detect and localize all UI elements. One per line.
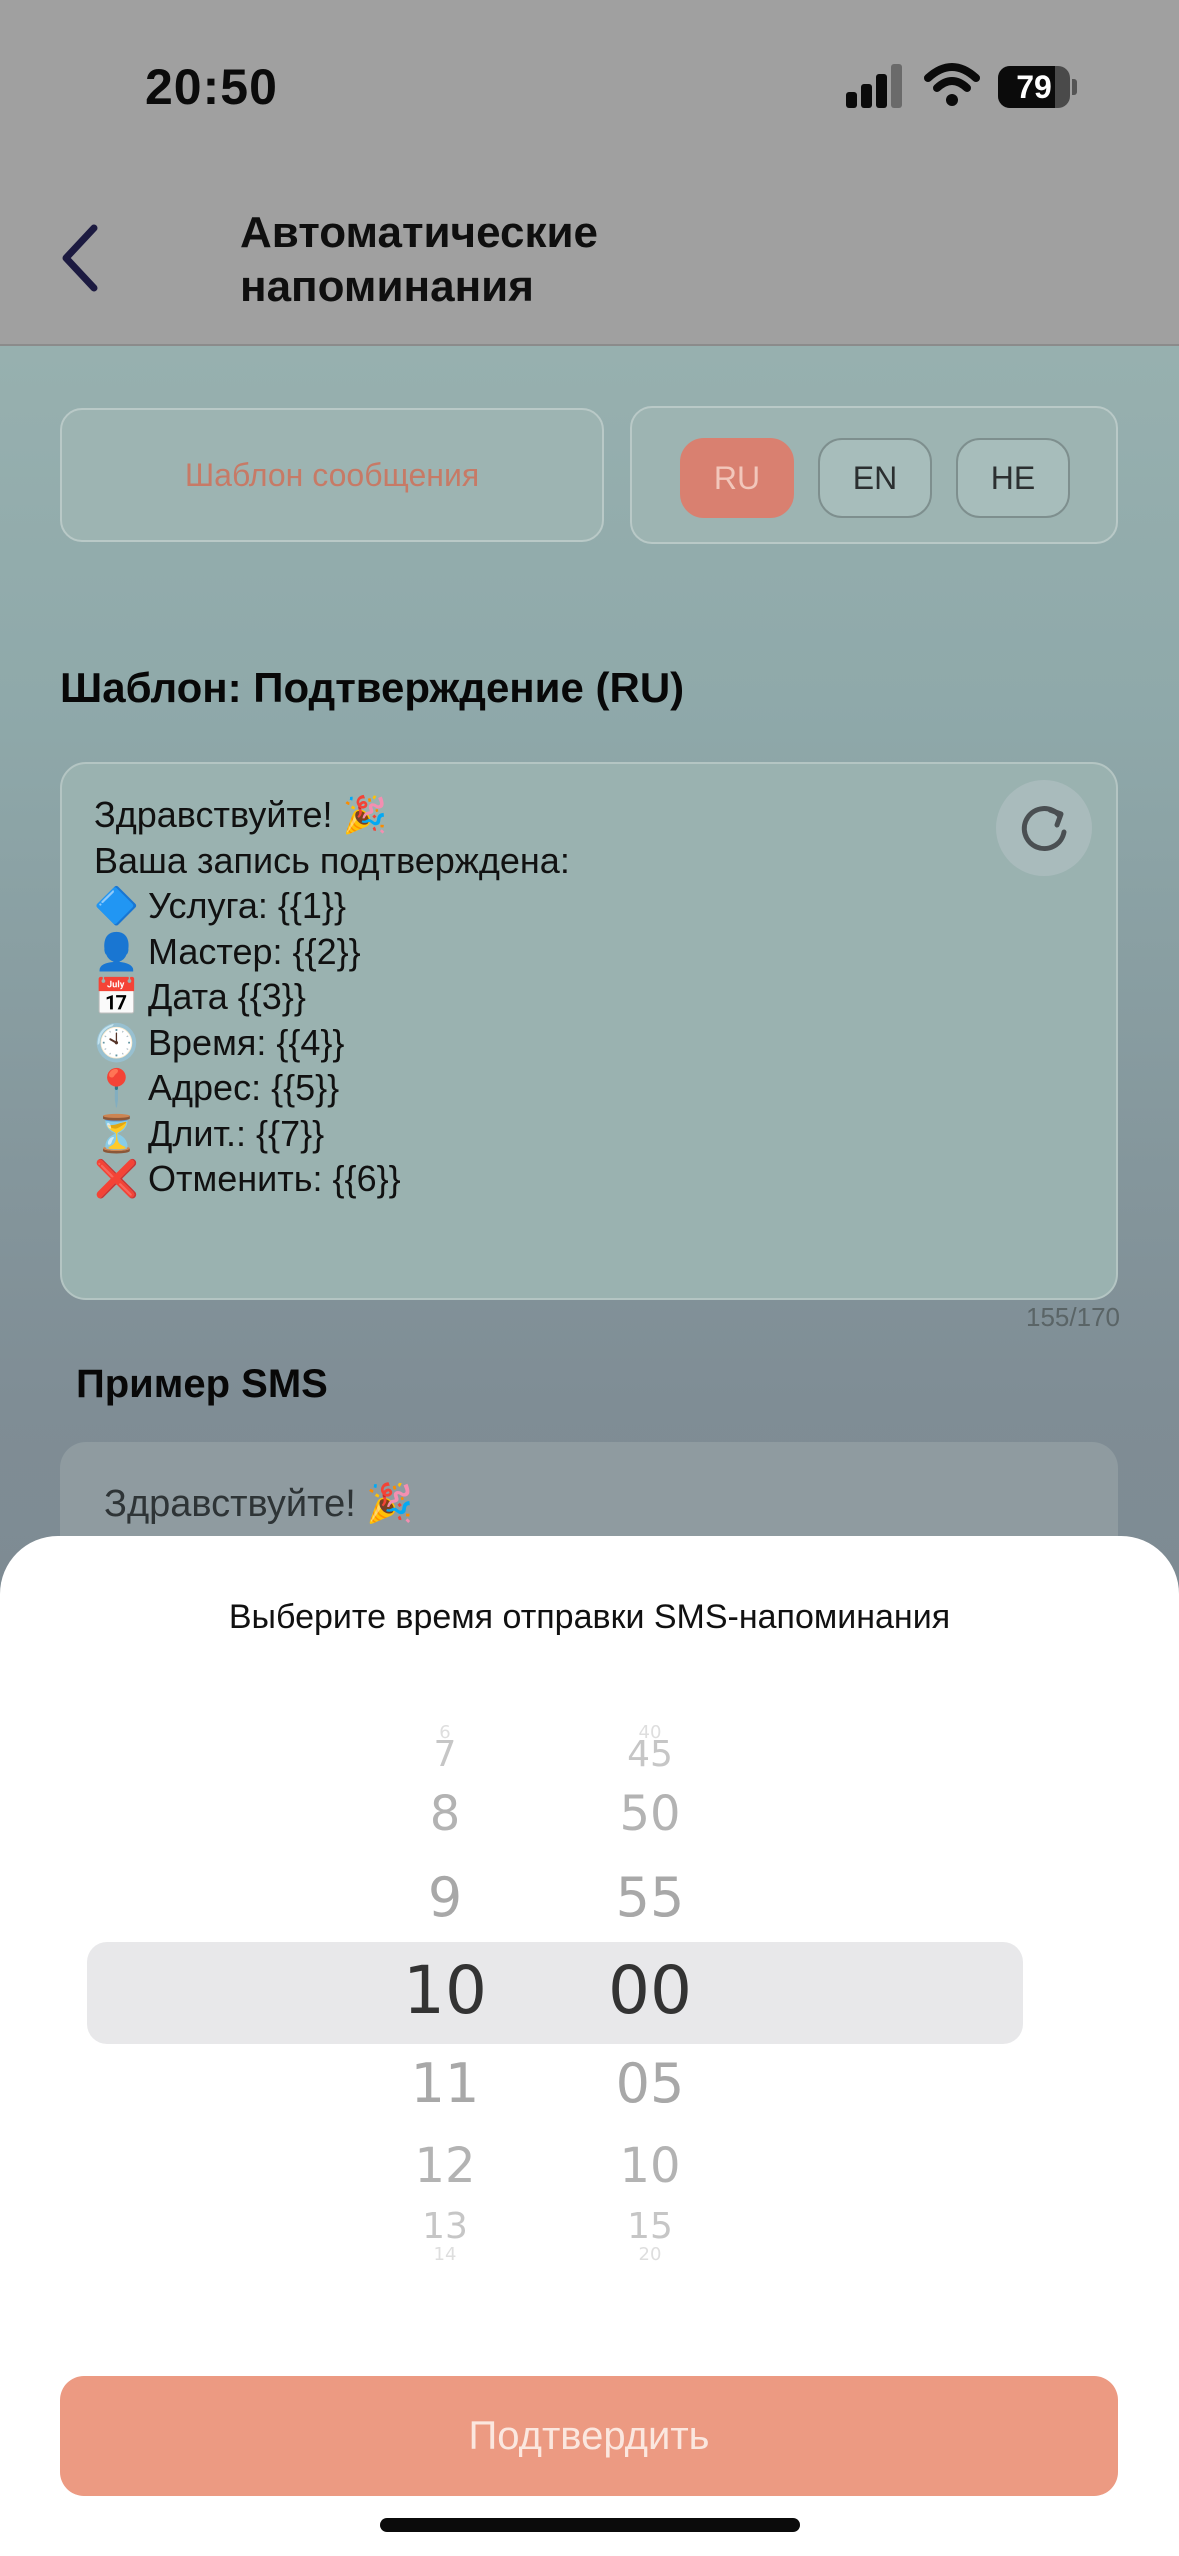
minute-option[interactable]: 20 (560, 2244, 740, 2265)
message-template-button[interactable]: Шаблон сообщения (60, 408, 604, 542)
char-counter: 155/170 (1026, 1302, 1120, 1332)
chevron-left-icon[interactable] (52, 218, 108, 298)
template-line: 📍 Адрес: {{5}} (94, 1065, 570, 1111)
hour-option[interactable]: 9 (350, 1866, 540, 1929)
minute-option[interactable]: 55 (560, 1866, 740, 1929)
picker-selection-band (87, 1942, 1023, 2044)
hour-option[interactable]: 14 (350, 2244, 540, 2265)
lang-en-button[interactable]: EN (818, 438, 932, 518)
status-time: 20:50 (145, 59, 278, 115)
template-line: ❌ Отменить: {{6}} (94, 1156, 570, 1202)
template-line: 📅 Дата {{3}} (94, 974, 570, 1020)
diamond-icon: 🔷 (94, 885, 139, 926)
minute-option[interactable]: 50 (560, 1786, 740, 1842)
signal-icon (846, 64, 904, 108)
minute-option[interactable]: 10 (560, 2138, 740, 2194)
confirm-button[interactable]: Подтвердить (60, 2376, 1118, 2496)
calendar-icon: 📅 (94, 976, 139, 1017)
hour-option-selected[interactable]: 10 (350, 1952, 540, 2029)
hour-option[interactable]: 12 (350, 2138, 540, 2194)
page-title-line2: напоминания (240, 262, 534, 311)
template-text: Здравствуйте! 🎉 Ваша запись подтверждена… (94, 792, 570, 1202)
template-line: Ваша запись подтверждена: (94, 839, 570, 881)
hour-option[interactable]: 13 (350, 2206, 540, 2247)
hour-option[interactable]: 11 (350, 2052, 540, 2115)
battery-icon: 79 (998, 66, 1078, 108)
cross-icon: ❌ (94, 1158, 139, 1199)
template-line: 🔷 Услуга: {{1}} (94, 883, 570, 929)
person-icon: 👤 (94, 930, 139, 972)
template-line: 🕙 Время: {{4}} (94, 1020, 570, 1066)
clock-icon: 🕙 (94, 1021, 139, 1063)
minute-option[interactable]: 05 (560, 2052, 740, 2115)
sample-text: Здравствуйте! 🎉 (104, 1483, 414, 1525)
sample-title: Пример SMS (76, 1362, 328, 1406)
template-editor[interactable]: Здравствуйте! 🎉 Ваша запись подтверждена… (60, 762, 1118, 1300)
minute-option[interactable]: 15 (560, 2206, 740, 2247)
template-line: Здравствуйте! 🎉 (94, 794, 388, 835)
home-indicator (380, 2518, 800, 2532)
refresh-icon (1021, 806, 1067, 851)
page-title-line1: Автоматические (240, 208, 598, 257)
minute-option-selected[interactable]: 00 (560, 1952, 740, 2029)
hourglass-icon: ⏳ (94, 1112, 139, 1154)
top-bar: 20:50 79 Автоматические напоминания (0, 0, 1179, 346)
wifi-icon (924, 63, 980, 106)
hour-option[interactable]: 7 (350, 1734, 540, 1775)
sheet-title: Выберите время отправки SMS-напоминания (228, 1598, 951, 1636)
lang-ru-button[interactable]: RU (680, 438, 794, 518)
template-line: ⏳ Длит.: {{7}} (94, 1111, 570, 1157)
template-line: 👤 Мастер: {{2}} (94, 929, 570, 975)
battery-level: 79 (1016, 69, 1052, 105)
language-selector: RU EN HE (630, 406, 1118, 544)
minute-option[interactable]: 45 (560, 1734, 740, 1775)
lang-he-button[interactable]: HE (956, 438, 1070, 518)
page-title: Автоматические напоминания (240, 206, 800, 314)
time-picker-sheet: Выберите время отправки SMS-напоминания … (0, 1536, 1179, 2556)
pin-icon: 📍 (94, 1067, 139, 1108)
template-title: Шаблон: Подтверждение (RU) (60, 664, 685, 711)
hour-option[interactable]: 8 (350, 1786, 540, 1842)
refresh-button[interactable] (996, 780, 1092, 876)
